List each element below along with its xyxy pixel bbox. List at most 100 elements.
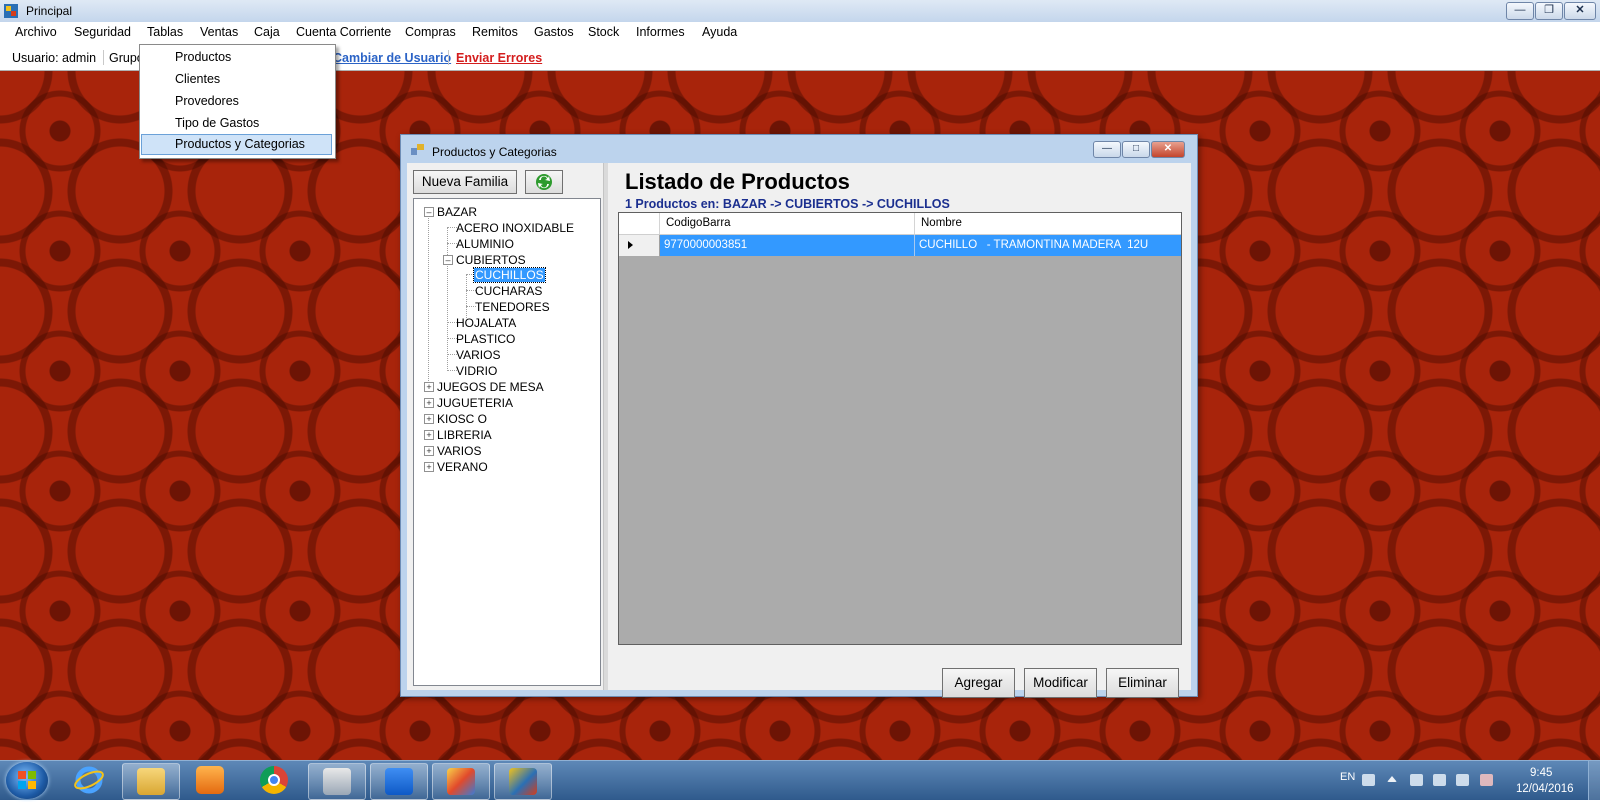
menu-archivo[interactable]: Archivo: [15, 25, 57, 39]
menu-bar: Archivo Seguridad Tablas Ventas Caja Cue…: [0, 22, 1600, 67]
close-icon: ✕: [1575, 4, 1585, 16]
app-icon: [4, 4, 18, 18]
category-tree[interactable]: – BAZAR ACERO INOXIDABLE ALUMINIO – CUBI…: [413, 198, 601, 686]
tools-icon: [323, 768, 351, 795]
tree-node-cucharas[interactable]: CUCHARAS: [475, 284, 542, 298]
pane-splitter[interactable]: [603, 163, 608, 690]
productos-categorias-window: Productos y Categorias — □ ✕ Nueva Famil…: [400, 134, 1198, 698]
start-button[interactable]: [6, 762, 48, 799]
tree-node-acero-inoxidable[interactable]: ACERO INOXIDABLE: [456, 221, 574, 235]
taskbar-gc-app[interactable]: [494, 763, 552, 800]
eliminar-button[interactable]: Eliminar: [1106, 668, 1179, 698]
show-desktop-button[interactable]: [1588, 761, 1600, 800]
tree-node-hojalata[interactable]: HOJALATA: [456, 316, 516, 330]
collapse-icon[interactable]: –: [443, 255, 453, 265]
tree-node-jugueteria[interactable]: JUGUETERIA: [437, 396, 513, 410]
menu-stock[interactable]: Stock: [588, 25, 619, 39]
taskbar-explorer[interactable]: [122, 763, 180, 800]
window-icon: [411, 144, 424, 155]
taskbar: EN 9:45 12/04/2016: [0, 760, 1600, 800]
tree-node-varios[interactable]: VARIOS: [437, 444, 481, 458]
expand-icon[interactable]: +: [424, 398, 434, 408]
enviar-errores-link[interactable]: Enviar Errores: [456, 51, 542, 65]
expand-icon[interactable]: +: [424, 462, 434, 472]
column-nombre[interactable]: Nombre: [915, 213, 1181, 234]
child-maximize-button[interactable]: □: [1122, 141, 1150, 158]
menu-tablas[interactable]: Tablas: [147, 25, 183, 39]
taskbar-tools[interactable]: [308, 763, 366, 800]
menu-seguridad[interactable]: Seguridad: [74, 25, 131, 39]
tree-node-juegos-de-mesa[interactable]: JUEGOS DE MESA: [437, 380, 544, 394]
row-header[interactable]: [619, 235, 660, 256]
strip-separator: [448, 50, 449, 65]
strip-separator: [103, 50, 104, 65]
clock-date[interactable]: 12/04/2016: [1516, 783, 1574, 795]
modificar-button[interactable]: Modificar: [1024, 668, 1097, 698]
menu-ayuda[interactable]: Ayuda: [702, 25, 737, 39]
dropdown-item-clientes[interactable]: Clientes: [141, 69, 332, 89]
taskbar-app-swirl[interactable]: [432, 763, 490, 800]
tree-node-vidrio[interactable]: VIDRIO: [456, 364, 497, 378]
menu-ventas[interactable]: Ventas: [200, 25, 238, 39]
tree-node-verano[interactable]: VERANO: [437, 460, 488, 474]
nueva-familia-button[interactable]: Nueva Familia: [413, 170, 517, 194]
child-minimize-button[interactable]: —: [1093, 141, 1121, 158]
cell-codigobarra[interactable]: 9770000003851: [660, 235, 915, 256]
table-row[interactable]: 9770000003851 CUCHILLO - TRAMONTINA MADE…: [619, 235, 1181, 256]
products-grid[interactable]: CodigoBarra Nombre 9770000003851 CUCHILL…: [618, 212, 1182, 645]
column-codigobarra[interactable]: CodigoBarra: [660, 213, 915, 234]
expand-icon[interactable]: +: [424, 430, 434, 440]
cell-nombre[interactable]: CUCHILLO - TRAMONTINA MADERA 12U: [915, 235, 1181, 256]
close-icon: ✕: [1163, 143, 1173, 154]
dropdown-item-productos-y-categorias[interactable]: Productos y Categorias: [141, 134, 332, 155]
cambiar-usuario-link[interactable]: Cambiar de Usuario: [333, 51, 451, 65]
close-button[interactable]: ✕: [1564, 2, 1596, 20]
tree-node-bazar[interactable]: BAZAR: [437, 205, 477, 219]
child-close-button[interactable]: ✕: [1151, 141, 1185, 158]
main-titlebar: Principal — ❐ ✕: [0, 0, 1600, 23]
menu-gastos[interactable]: Gastos: [534, 25, 574, 39]
agregar-button[interactable]: Agregar: [942, 668, 1015, 698]
tree-node-kiosco[interactable]: KIOSC O: [437, 412, 487, 426]
clock-time[interactable]: 9:45: [1530, 767, 1552, 779]
grid-corner: [619, 213, 660, 234]
tree-node-tenedores[interactable]: TENEDORES: [475, 300, 550, 314]
dropdown-item-productos[interactable]: Productos: [141, 47, 332, 67]
menu-cuenta-corriente[interactable]: Cuenta Corriente: [296, 25, 391, 39]
minimize-button[interactable]: —: [1506, 2, 1534, 20]
expand-icon[interactable]: +: [424, 446, 434, 456]
tree-node-cubiertos[interactable]: CUBIERTOS: [456, 253, 526, 267]
tree-node-plastico[interactable]: PLASTICO: [456, 332, 515, 346]
menu-informes[interactable]: Informes: [636, 25, 685, 39]
tree-node-varios-bazar[interactable]: VARIOS: [456, 348, 500, 362]
power-warning-icon[interactable]: [1480, 774, 1493, 786]
action-center-icon[interactable]: [1456, 774, 1469, 786]
restore-button[interactable]: ❐: [1535, 2, 1563, 20]
dropdown-item-provedores[interactable]: Provedores: [141, 91, 332, 111]
current-row-arrow-icon: [628, 241, 633, 249]
media-player-icon[interactable]: [196, 766, 224, 794]
chrome-icon[interactable]: [260, 766, 288, 794]
language-indicator[interactable]: EN: [1340, 771, 1355, 783]
network-icon[interactable]: [1410, 774, 1423, 786]
expand-icon[interactable]: +: [424, 382, 434, 392]
collapse-icon[interactable]: –: [424, 207, 434, 217]
volume-icon[interactable]: [1433, 774, 1446, 786]
refresh-button[interactable]: [525, 170, 563, 194]
internet-explorer-icon[interactable]: [74, 765, 104, 795]
taskbar-teamviewer[interactable]: [370, 763, 428, 800]
gc-app-icon: [509, 768, 537, 795]
menu-caja[interactable]: Caja: [254, 25, 280, 39]
menu-compras[interactable]: Compras: [405, 25, 456, 39]
tree-node-libreria[interactable]: LIBRERIA: [437, 428, 492, 442]
tree-node-cuchillos[interactable]: CUCHILLOS: [473, 267, 546, 283]
menu-remitos[interactable]: Remitos: [472, 25, 518, 39]
show-hidden-icons-icon[interactable]: [1387, 776, 1397, 782]
usuario-label: Usuario:: [12, 51, 59, 65]
refresh-arrows-icon: [536, 174, 552, 190]
dropdown-item-tipo-de-gastos[interactable]: Tipo de Gastos: [141, 113, 332, 133]
tablas-dropdown-menu: Productos Clientes Provedores Tipo de Ga…: [139, 44, 336, 159]
keyboard-icon[interactable]: [1362, 774, 1375, 786]
tree-node-aluminio[interactable]: ALUMINIO: [456, 237, 514, 251]
expand-icon[interactable]: +: [424, 414, 434, 424]
